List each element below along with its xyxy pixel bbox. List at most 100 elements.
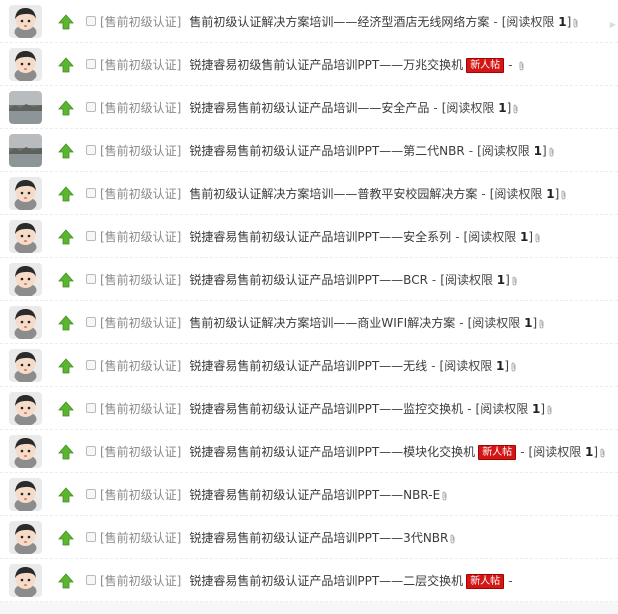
avatar[interactable] [9,5,42,38]
up-arrow-icon [58,444,74,460]
thread-title-link[interactable]: 锐捷睿易售前初级认证产品培训PPT——BCR [189,271,428,289]
avatar[interactable] [9,564,42,597]
up-arrow-icon [58,272,74,288]
select-checkbox[interactable] [86,102,96,112]
up-arrow-icon [58,100,74,116]
thread-row: [售前初级认证] 锐捷睿易售前初级认证产品培训PPT——第二代NBR - [阅读权限 … [0,129,618,172]
up-arrow-icon [58,401,74,417]
select-checkbox[interactable] [86,231,96,241]
avatar[interactable] [9,263,42,296]
thread-row: [售前初级认证] 锐捷睿易售前初级认证产品培训PPT——NBR-E [0,473,618,516]
category-link[interactable]: [售前初级认证] [100,271,181,289]
up-arrow-icon [58,573,74,589]
separator: - [508,574,513,588]
category-link[interactable]: [售前初级认证] [100,185,181,203]
thread-title-link[interactable]: 锐捷睿易售前初级认证产品培训PPT——监控交换机 [189,400,463,418]
permission-value: 1 [558,15,567,29]
select-checkbox[interactable] [86,16,96,26]
thread-text: [售前初级认证] 锐捷睿易售前初级认证产品培训PPT——无线 - [阅读权限 1] [100,357,517,375]
separator: - [481,187,486,201]
thread-title-link[interactable]: 锐捷睿易售前初级认证产品培训PPT——二层交换机 [189,572,463,590]
thread-title-link[interactable]: 锐捷睿易初级售前认证产品培训PPT——万兆交换机 [189,56,463,74]
select-checkbox[interactable] [86,489,96,499]
thread-row: [售前初级认证] 锐捷睿易售前初级认证产品培训PPT——模块化交换机 新人帖 - [阅读… [0,430,618,473]
thread-text: [售前初级认证] 锐捷睿易售前初级认证产品培训PPT——模块化交换机 新人帖 - [阅读… [100,443,606,461]
category-link[interactable]: [售前初级认证] [100,314,181,332]
paperclip-icon [545,400,553,418]
paperclip-icon [547,142,555,160]
separator: - [468,144,474,158]
select-checkbox[interactable] [86,274,96,284]
avatar[interactable] [9,349,42,382]
category-link[interactable]: [售前初级认证] [100,486,181,504]
thread-title-link[interactable]: 售前初级认证解决方案培训——商业WIFI解决方案 [189,314,455,332]
thread-text: [售前初级认证] 锐捷睿易售前初级认证产品培训PPT——3代NBR [100,529,456,547]
select-checkbox[interactable] [86,317,96,327]
avatar[interactable] [9,48,42,81]
select-checkbox[interactable] [86,360,96,370]
read-permission: [阅读权限 1] [468,314,538,332]
thread-title-link[interactable]: 锐捷睿易售前初级认证产品培训PPT——模块化交换机 [189,443,475,461]
paperclip-icon [440,486,448,504]
select-checkbox[interactable] [86,532,96,542]
thread-text: [售前初级认证] 锐捷睿易售前初级认证产品培训PPT——NBR-E [100,486,448,504]
thread-title-link[interactable]: 锐捷睿易售前初级认证产品培训PPT——第二代NBR [189,142,464,160]
category-link[interactable]: [售前初级认证] [100,142,181,160]
permission-label: [阅读权限 [475,402,533,416]
select-checkbox[interactable] [86,575,96,585]
up-arrow-icon [58,530,74,546]
avatar[interactable] [9,177,42,210]
avatar[interactable] [9,392,42,425]
permission-label: [阅读权限 [441,101,499,115]
select-checkbox[interactable] [86,188,96,198]
avatar[interactable] [9,521,42,554]
thread-text: [售前初级认证] 锐捷睿易售前初级认证产品培训PPT——监控交换机 - [阅读权限 1… [100,400,553,418]
category-link[interactable]: [售前初级认证] [100,13,181,31]
category-link[interactable]: [售前初级认证] [100,400,181,418]
thread-row: [售前初级认证] 锐捷睿易售前初级认证产品培训PPT——安全系列 - [阅读权限 1] [0,215,618,258]
thread-title-link[interactable]: 锐捷睿易售前初级认证产品培训PPT——无线 [189,357,427,375]
avatar[interactable] [9,306,42,339]
new-user-badge: 新人帖 [478,444,517,460]
scrollbar[interactable]: ▶ [609,0,618,614]
up-arrow-icon [58,315,74,331]
avatar[interactable] [9,435,42,468]
paperclip-icon [517,56,525,74]
thread-row: [售前初级认证] 售前初级认证解决方案培训——经济型酒店无线网络方案 - [阅读权限 … [0,0,618,43]
up-arrow-icon [58,57,74,73]
permission-value: 1 [533,144,542,158]
thread-title-link[interactable]: 售前初级认证解决方案培训——经济型酒店无线网络方案 [189,13,489,31]
select-checkbox[interactable] [86,446,96,456]
select-checkbox[interactable] [86,403,96,413]
category-link[interactable]: [售前初级认证] [100,443,181,461]
avatar[interactable] [9,478,42,511]
scroll-indicator-icon: ▶ [609,20,616,29]
read-permission: [阅读权限 1] [442,99,512,117]
permission-label: [阅读权限 [440,273,497,287]
separator: - [431,359,436,373]
thread-title-link[interactable]: 锐捷睿易售前初级认证产品培训——安全产品 [189,99,429,117]
thread-title-link[interactable]: 锐捷睿易售前初级认证产品培训PPT——NBR-E [189,486,440,504]
category-link[interactable]: [售前初级认证] [100,572,181,590]
thread-title-link[interactable]: 锐捷睿易售前初级认证产品培训PPT——安全系列 [189,228,451,246]
thread-row: [售前初级认证] 锐捷睿易售前初级认证产品培训——安全产品 - [阅读权限 1] [0,86,618,129]
select-checkbox[interactable] [86,59,96,69]
avatar[interactable] [9,220,42,253]
permission-value: 1 [496,273,506,287]
thread-title-link[interactable]: 售前初级认证解决方案培训——普教平安校园解决方案 [189,185,477,203]
paperclip-icon [571,13,579,31]
avatar[interactable] [9,134,42,167]
category-link[interactable]: [售前初级认证] [100,228,181,246]
avatar[interactable] [9,91,42,124]
separator: - [459,316,464,330]
thread-row: [售前初级认证] 锐捷睿易售前初级认证产品培训PPT——监控交换机 - [阅读权限 1… [0,387,618,430]
category-link[interactable]: [售前初级认证] [100,99,181,117]
thread-title-link[interactable]: 锐捷睿易售前初级认证产品培训PPT——3代NBR [189,529,448,547]
select-checkbox[interactable] [86,145,96,155]
category-link[interactable]: [售前初级认证] [100,56,181,74]
category-link[interactable]: [售前初级认证] [100,529,181,547]
read-permission: [阅读权限 1] [502,13,572,31]
category-link[interactable]: [售前初级认证] [100,357,181,375]
paperclip-icon [511,99,519,117]
separator: - [433,101,438,115]
